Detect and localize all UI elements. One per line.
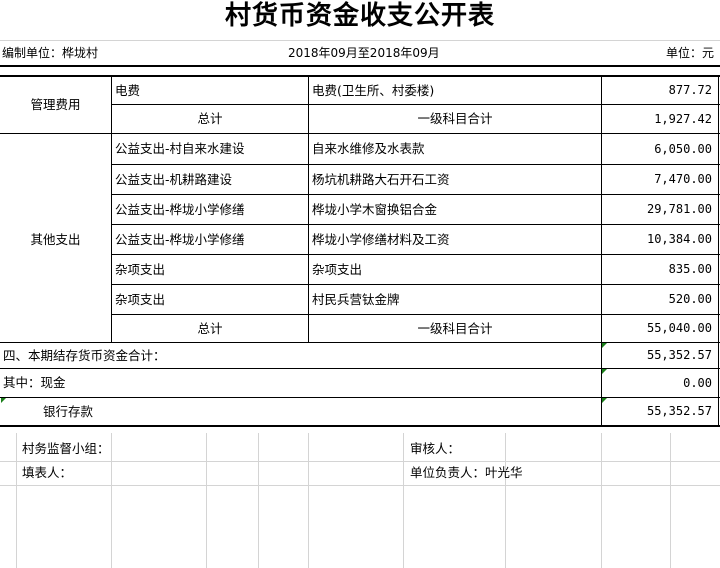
cash-label: 其中：现金 (3, 375, 66, 390)
detail-cell: 桦垅小学修缮材料及工资 (312, 232, 450, 247)
gridline (16, 433, 17, 568)
item-cell: 公益支出-桦垅小学修缮 (115, 232, 245, 247)
error-indicator-icon (602, 369, 607, 374)
preparer-label: 填表人： (22, 465, 73, 480)
amount-cell: 877.72 (668, 83, 712, 97)
gridline (670, 433, 671, 568)
amount-cell: 10,384.00 (646, 232, 712, 246)
item-cell: 公益支出-桦垅小学修缮 (115, 202, 245, 217)
category-management: 管理费用 (30, 97, 81, 112)
total-amount: 1,927.42 (654, 112, 712, 126)
unit-leader-label: 单位负责人：叶光华 (410, 465, 523, 480)
reviewer-label: 审核人： (410, 441, 461, 456)
category-other: 其他支出 (30, 232, 81, 247)
error-indicator-icon (1, 398, 6, 403)
summary-total-label: 四、本期结存货币资金合计： (3, 348, 166, 363)
detail-cell: 村民兵营钛金牌 (312, 292, 400, 307)
total-label: 总计 (197, 321, 223, 336)
compiling-unit: 编制单位：桦垅村 (2, 46, 99, 60)
amount-cell: 29,781.00 (646, 202, 712, 216)
col-line (718, 76, 719, 426)
detail-cell: 桦垅小学木窗换铝合金 (312, 202, 438, 217)
amount-cell: 7,470.00 (654, 172, 712, 186)
total-desc: 一级科目合计 (417, 321, 493, 336)
gridline (0, 40, 720, 41)
total-amount: 55,040.00 (646, 321, 712, 335)
table-top-rule (0, 65, 720, 67)
detail-cell: 杨坑机耕路大石开石工资 (312, 172, 450, 187)
total-desc: 一级科目合计 (417, 111, 493, 126)
supervision-group-label: 村务监督小组： (22, 441, 110, 456)
item-cell: 电费 (115, 83, 141, 98)
amount-cell: 520.00 (668, 292, 712, 306)
amount-cell: 835.00 (668, 262, 712, 276)
currency-unit: 单位：元 (665, 46, 714, 60)
summary-total-amount: 55,352.57 (646, 348, 712, 362)
spreadsheet: 村货币资金收支公开表 编制单位：桦垅村 2018年09月至2018年09月 单位… (0, 0, 720, 568)
page-title: 村货币资金收支公开表 (224, 1, 495, 31)
item-cell: 杂项支出 (115, 262, 166, 277)
gridline (403, 433, 404, 568)
bank-deposit-label: 银行存款 (43, 404, 94, 419)
gridline (0, 485, 720, 486)
cash-amount: 0.00 (683, 376, 712, 390)
bank-deposit-amount: 55,352.57 (646, 404, 712, 418)
table-bottom-rule (0, 425, 720, 427)
item-cell: 公益支出-村自来水建设 (115, 141, 245, 156)
error-indicator-icon (602, 343, 607, 348)
gridline (0, 461, 720, 462)
amount-cell: 6,050.00 (654, 142, 712, 156)
detail-cell: 电费(卫生所、村委楼) (312, 83, 435, 98)
item-cell: 公益支出-机耕路建设 (115, 172, 233, 187)
total-label: 总计 (197, 111, 223, 126)
detail-cell: 自来水维修及水表款 (312, 141, 425, 156)
detail-cell: 杂项支出 (312, 262, 363, 277)
report-period: 2018年09月至2018年09月 (288, 46, 440, 60)
error-indicator-icon (602, 398, 607, 403)
item-cell: 杂项支出 (115, 292, 166, 307)
